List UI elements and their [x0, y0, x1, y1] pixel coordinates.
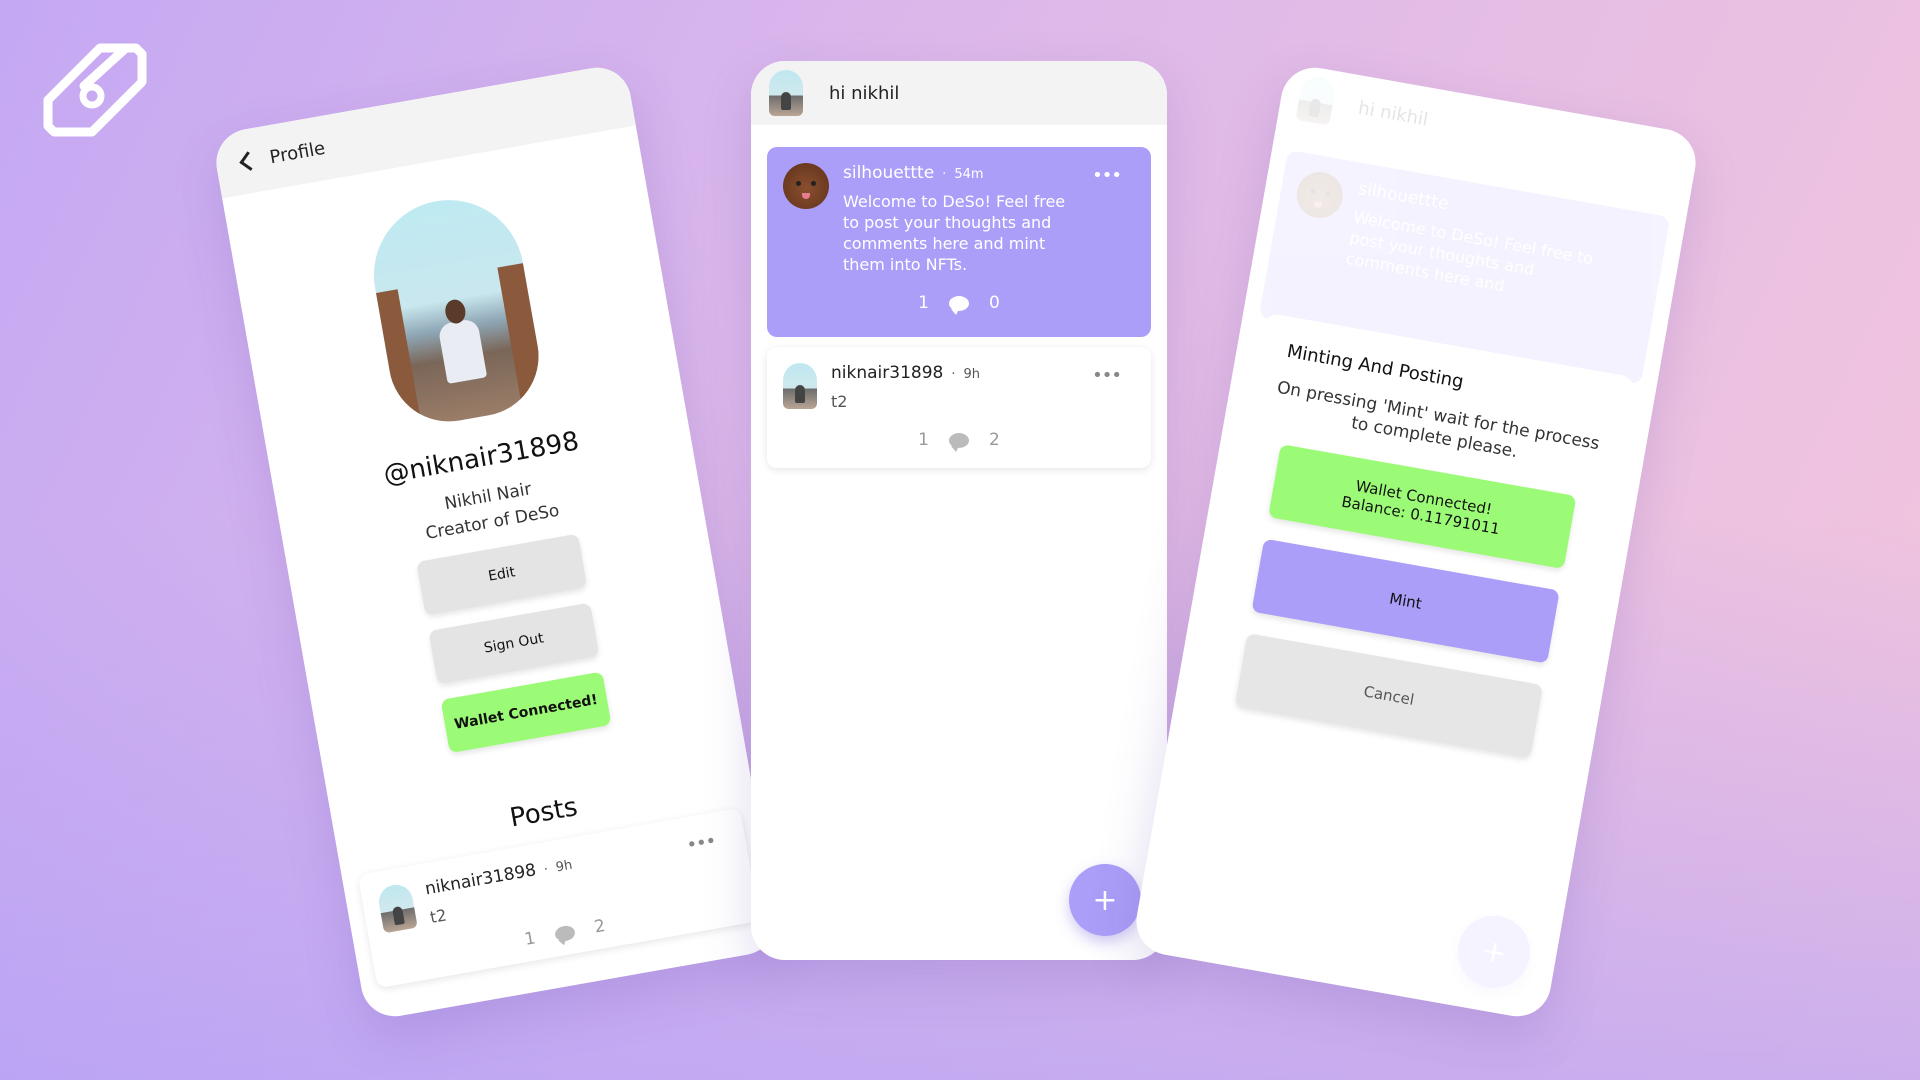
- more-options-icon[interactable]: •••: [685, 831, 717, 857]
- post-time: 9h: [963, 367, 980, 382]
- photo-person: [434, 296, 492, 411]
- user-avatar: [1295, 74, 1337, 126]
- new-post-button: +: [1452, 910, 1536, 994]
- feed-screen: hi nikhil silhouettte · 54m Welcome to D…: [751, 61, 1167, 960]
- header-title: Profile: [267, 137, 327, 168]
- greeting: hi nikhil: [1356, 97, 1430, 130]
- meta-separator: ·: [951, 367, 956, 382]
- photo-pillar-right: [497, 263, 548, 410]
- post-card[interactable]: silhouettte · 54m Welcome to DeSo! Feel …: [767, 147, 1151, 337]
- edit-button[interactable]: Edit: [416, 533, 588, 616]
- new-post-button[interactable]: +: [1069, 864, 1141, 936]
- meta-separator: ·: [942, 167, 947, 182]
- post-username[interactable]: silhouettte: [843, 163, 934, 183]
- photo-pillar-left: [375, 289, 422, 431]
- like-count: 1: [522, 928, 538, 950]
- post-card[interactable]: niknair31898 · 9h t2 ••• 1 2: [767, 347, 1151, 468]
- profile-header: Profile: [211, 62, 636, 199]
- photo-shirt: [437, 317, 488, 384]
- feed-header: hi nikhil: [751, 61, 1167, 125]
- more-options-icon[interactable]: •••: [1092, 367, 1122, 385]
- avatar: [783, 163, 829, 209]
- app-logo-icon: [43, 43, 147, 137]
- like-count: 1: [918, 293, 929, 313]
- profile-photo: [362, 188, 548, 431]
- post-time: 9h: [554, 857, 574, 876]
- comment-count: 2: [989, 430, 1000, 450]
- comment-count: 2: [592, 916, 607, 938]
- greeting: hi nikhil: [829, 82, 900, 104]
- meta-separator: ·: [542, 862, 550, 878]
- user-avatar[interactable]: [769, 70, 803, 116]
- back-arrow-icon[interactable]: [239, 151, 259, 171]
- post-text: Welcome to DeSo! Feel free to post your …: [843, 192, 1066, 274]
- comment-icon[interactable]: [949, 295, 969, 315]
- post-text: t2: [831, 392, 848, 411]
- comment-icon[interactable]: [949, 432, 969, 452]
- like-count: 1: [918, 430, 929, 450]
- comment-icon[interactable]: [553, 923, 577, 943]
- wallet-connected-button[interactable]: Wallet Connected!: [440, 671, 612, 754]
- avatar: [376, 882, 418, 934]
- post-username[interactable]: niknair31898: [831, 363, 943, 383]
- mint-modal: Minting And Posting On pressing 'Mint' w…: [1193, 312, 1636, 789]
- profile-screen: Profile @niknair31898 Nikhil Nair Creato…: [211, 62, 781, 1022]
- post-time: 54m: [954, 167, 984, 182]
- sign-out-button[interactable]: Sign Out: [428, 602, 600, 685]
- avatar: [783, 363, 817, 409]
- more-options-icon[interactable]: •••: [1092, 167, 1122, 185]
- mint-dialog-screen: hi nikhil silhouettte Welcome to DeSo! F…: [1131, 62, 1701, 1022]
- comment-count: 0: [989, 293, 1000, 313]
- avatar: [1293, 168, 1347, 222]
